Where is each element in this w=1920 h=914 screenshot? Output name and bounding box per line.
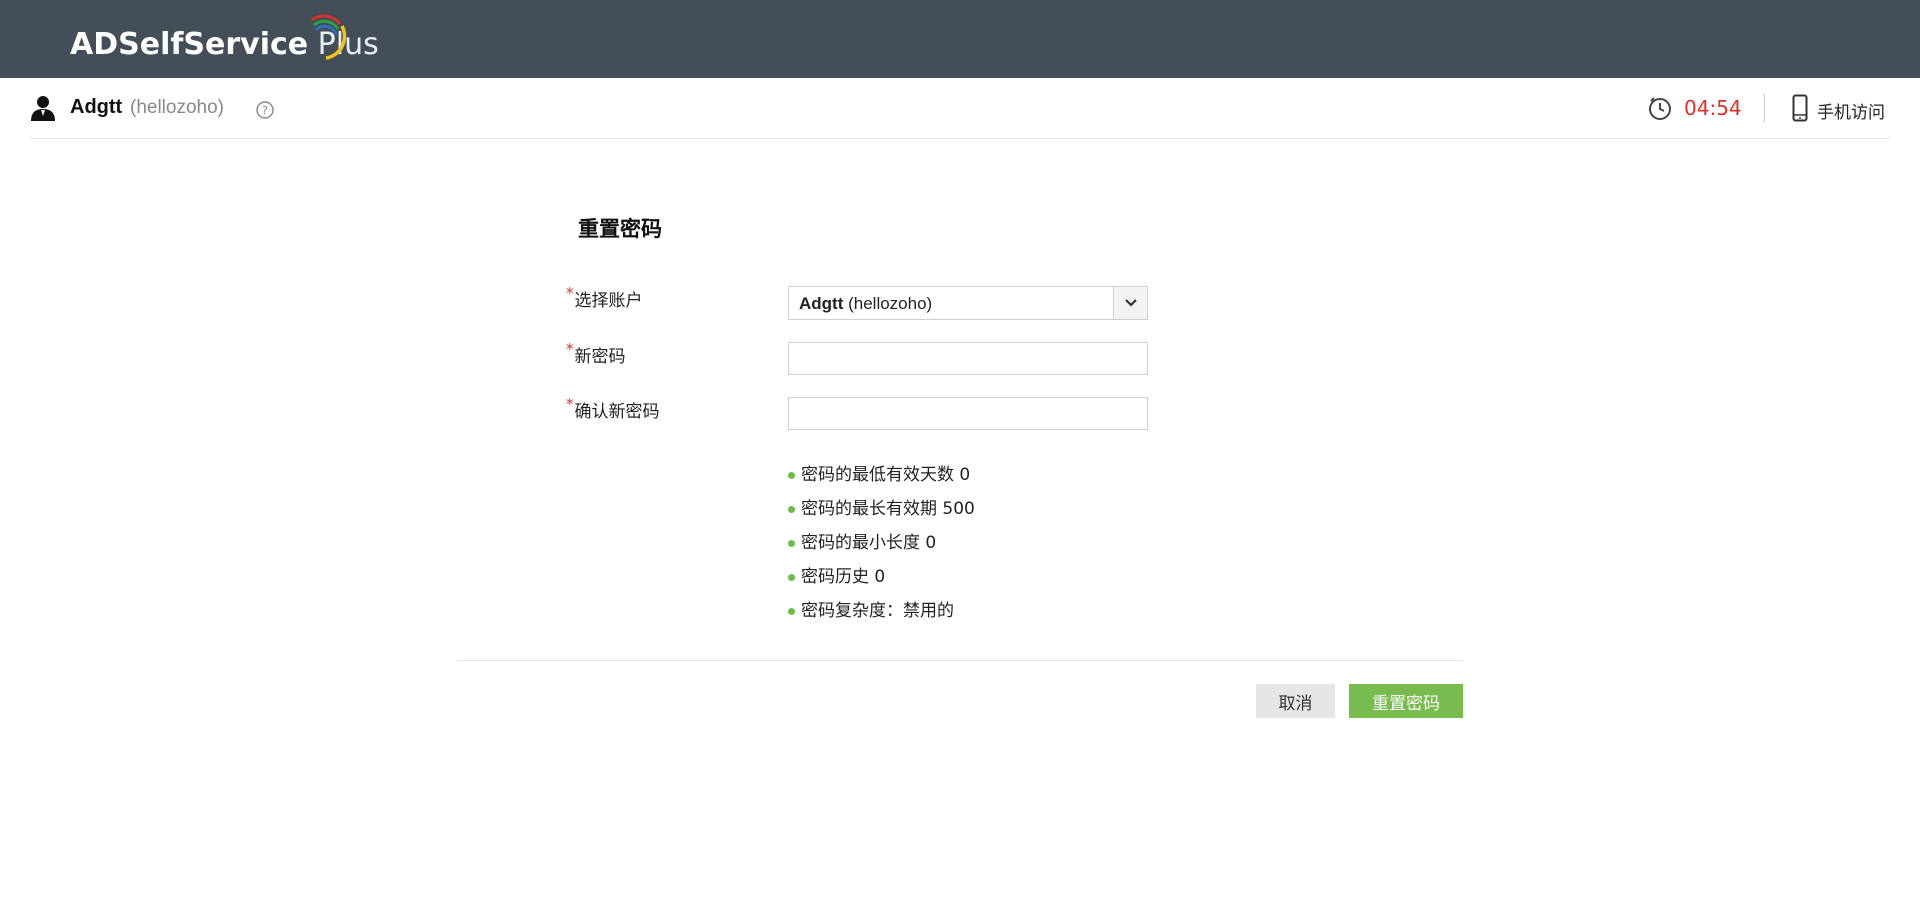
mobile-access-link[interactable]: 手机访问 <box>1817 98 1885 123</box>
account-select[interactable]: Adgtt (hellozoho) <box>788 286 1148 320</box>
policy-text: 密码的最小长度 0 <box>801 533 937 553</box>
required-marker: * <box>566 395 574 413</box>
user-display-name: Adgtt <box>70 96 123 118</box>
user-login-name: (hellozoho) <box>130 97 224 118</box>
policy-item: 密码的最低有效天数 0 <box>788 458 975 492</box>
select-account-label-text: 选择账户 <box>574 291 643 311</box>
bullet-icon <box>788 539 795 547</box>
password-policy-list: 密码的最低有效天数 0 密码的最长有效期 500 密码的最小长度 0 密码历史 … <box>788 458 975 628</box>
new-password-label-text: 新密码 <box>574 347 626 367</box>
svg-text:?: ? <box>262 104 268 117</box>
reset-password-button[interactable]: 重置密码 <box>1349 684 1463 718</box>
bullet-icon <box>788 505 795 513</box>
confirm-password-label-text: 确认新密码 <box>574 402 660 422</box>
top-header: ADSelfService Plus <box>0 0 1920 78</box>
product-logo[interactable]: ADSelfService Plus <box>70 14 379 62</box>
session-timer: 04:54 <box>1684 96 1742 120</box>
clock-icon <box>1649 97 1671 120</box>
mobile-phone-icon[interactable] <box>1792 94 1808 122</box>
form-divider <box>457 660 1463 661</box>
bullet-icon <box>788 471 795 479</box>
chevron-down-icon <box>1124 299 1137 307</box>
logo-arcs-icon <box>311 14 347 60</box>
policy-text: 密码复杂度：禁用的 <box>801 601 954 621</box>
account-select-name: Adgtt <box>799 294 844 313</box>
policy-item: 密码复杂度：禁用的 <box>788 594 975 628</box>
help-icon[interactable]: ? <box>256 101 274 119</box>
logo-text-bold: ADSelfService <box>70 27 309 62</box>
dropdown-toggle[interactable] <box>1113 287 1147 319</box>
account-select-login: (hellozoho) <box>843 294 933 313</box>
policy-text: 密码的最低有效天数 0 <box>801 465 971 485</box>
new-password-label: *新密码 <box>566 340 626 372</box>
header-divider <box>1764 94 1765 122</box>
policy-text: 密码的最长有效期 500 <box>801 499 975 519</box>
cancel-button[interactable]: 取消 <box>1256 684 1335 718</box>
select-account-label: *选择账户 <box>566 284 643 316</box>
page-title: 重置密码 <box>578 217 662 241</box>
policy-text: 密码历史 0 <box>801 567 886 587</box>
required-marker: * <box>566 284 574 302</box>
required-marker: * <box>566 340 574 358</box>
policy-item: 密码历史 0 <box>788 560 975 594</box>
policy-item: 密码的最小长度 0 <box>788 526 975 560</box>
user-icon <box>31 96 55 121</box>
user-bar: Adgtt (hellozoho) ? 04:54 手机访问 <box>30 78 1890 139</box>
confirm-password-input[interactable] <box>788 397 1148 430</box>
bullet-icon <box>788 607 795 615</box>
new-password-input[interactable] <box>788 342 1148 375</box>
policy-item: 密码的最长有效期 500 <box>788 492 975 526</box>
account-select-value: Adgtt (hellozoho) <box>799 294 932 314</box>
confirm-password-label: *确认新密码 <box>566 395 660 427</box>
bullet-icon <box>788 573 795 581</box>
